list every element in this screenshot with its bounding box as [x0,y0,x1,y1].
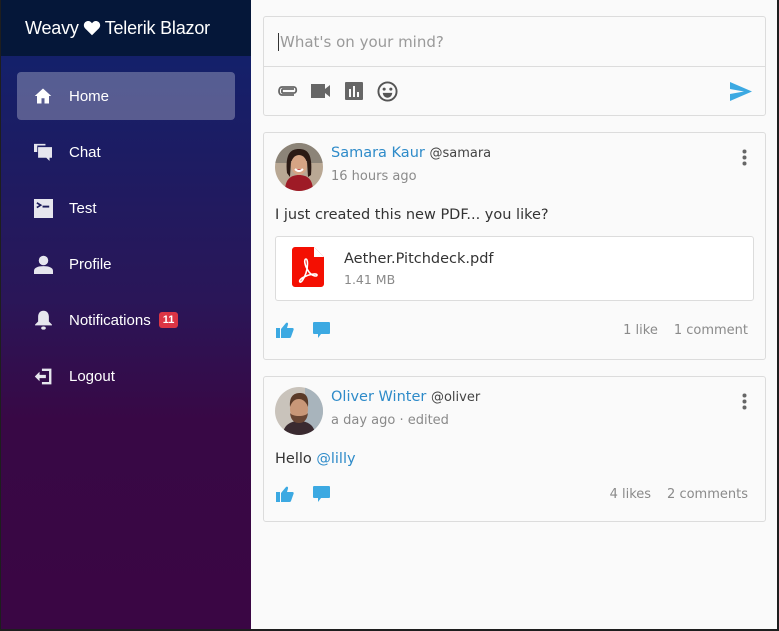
brand-right: Telerik Blazor [104,17,210,38]
post-text: Hello @lilly [275,451,754,467]
post-header: Oliver Winter @oliver a day ago · edited [275,387,754,437]
sidebar: Weavy Telerik Blazor Home Chat Test Prof… [1,0,251,629]
post-header: Samara Kaur @samara 16 hours ago [275,143,754,193]
post-input[interactable] [280,32,765,51]
post-time: a day ago · edited [331,413,449,428]
composer-toolbar [264,67,765,115]
emoji-icon[interactable] [375,79,399,103]
author-handle: @samara [429,146,492,161]
avatar[interactable] [275,143,323,191]
avatar[interactable] [275,387,323,435]
post-card: Oliver Winter @oliver a day ago · edited… [263,376,766,522]
more-options-icon[interactable] [734,147,754,167]
heart-icon [83,20,101,36]
like-icon[interactable] [275,484,295,504]
post-text: I just created this new PDF... you like? [275,207,549,223]
author-name[interactable]: Samara Kaur [331,145,425,161]
sidebar-item-label: Chat [69,143,101,161]
brand-left: Weavy [25,17,79,38]
post-footer: 1 like 1 comment [275,301,754,359]
user-icon [33,254,53,274]
like-icon[interactable] [275,320,295,340]
file-attachment[interactable]: Aether.Pitchdeck.pdf 1.41 MB [275,236,754,301]
attachment-name: Aether.Pitchdeck.pdf [344,250,494,267]
terminal-icon [33,198,53,218]
sidebar-item-profile[interactable]: Profile [17,240,235,288]
notification-badge: 11 [158,312,179,328]
post-composer [263,16,766,116]
comment-icon[interactable] [311,320,331,340]
poll-icon[interactable] [342,79,366,103]
post-text-body: Hello [275,451,317,467]
author-handle: @oliver [430,390,481,405]
post-time: 16 hours ago [331,169,417,184]
home-icon [33,86,53,106]
sidebar-nav: Home Chat Test Profile Notifications 11 … [1,56,251,400]
likes-count[interactable]: 4 likes [610,487,651,502]
comments-count[interactable]: 1 comment [674,323,748,338]
sidebar-item-label: Notifications [69,311,151,329]
sidebar-item-logout[interactable]: Logout [17,352,235,400]
author-name[interactable]: Oliver Winter [331,389,426,405]
video-icon[interactable] [309,79,333,103]
sidebar-item-home[interactable]: Home [17,72,235,120]
sidebar-item-notifications[interactable]: Notifications 11 [17,296,235,344]
sidebar-item-label: Profile [69,255,112,273]
sidebar-item-chat[interactable]: Chat [17,128,235,176]
composer-input-area[interactable] [264,17,765,67]
likes-count[interactable]: 1 like [623,323,658,338]
more-options-icon[interactable] [734,391,754,411]
bell-icon [33,310,53,330]
feed: Samara Kaur @samara 16 hours ago I just … [251,0,777,629]
app-window: Weavy Telerik Blazor Home Chat Test Prof… [1,0,777,629]
attach-icon[interactable] [276,79,300,103]
post-card: Samara Kaur @samara 16 hours ago I just … [263,132,766,360]
text-caret [278,32,279,51]
comment-icon[interactable] [311,484,331,504]
sidebar-item-label: Logout [69,367,115,385]
post-meta: Samara Kaur @samara 16 hours ago [331,143,491,193]
attachment-size: 1.41 MB [344,271,396,287]
sidebar-item-test[interactable]: Test [17,184,235,232]
post-meta: Oliver Winter @oliver a day ago · edited [331,387,480,437]
user-mention[interactable]: @lilly [316,451,355,467]
logout-icon [33,366,53,386]
sidebar-item-label: Test [69,199,97,217]
sidebar-item-label: Home [69,87,110,105]
post-footer: 4 likes 2 comments [275,467,754,521]
send-icon[interactable] [729,79,753,103]
comments-count[interactable]: 2 comments [667,487,748,502]
brand: Weavy Telerik Blazor [1,0,251,56]
pdf-icon [292,246,324,291]
chat-icon [33,142,53,162]
